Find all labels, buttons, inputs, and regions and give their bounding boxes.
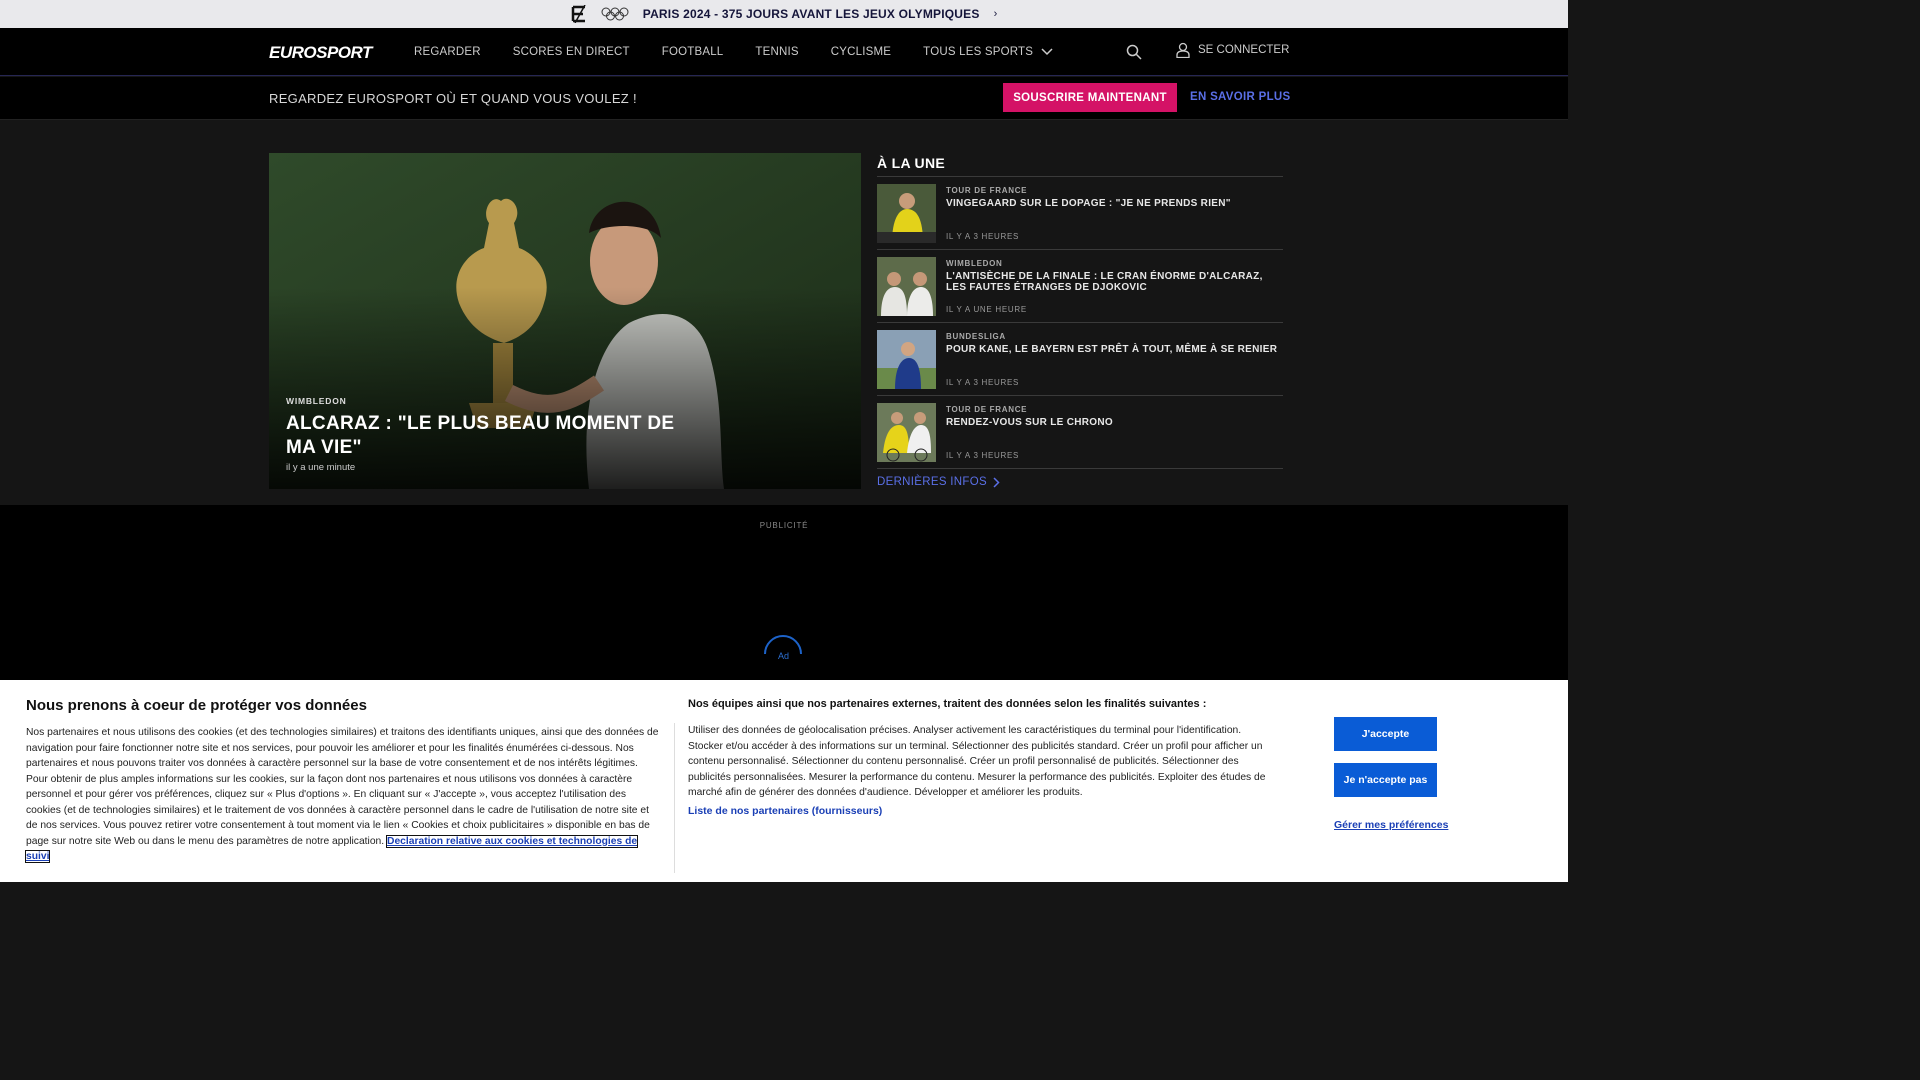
cookie-banner: Nous prenons à coeur de protéger vos don…: [0, 680, 1568, 882]
manage-preferences-link[interactable]: Gérer mes préférences: [1334, 819, 1448, 831]
story-item[interactable]: TOUR DE FRANCE RENDEZ-VOUS SUR LE CHRONO…: [877, 396, 1283, 469]
story-title[interactable]: RENDEZ-VOUS SUR LE CHRONO: [946, 417, 1283, 428]
latest-news-label: DERNIÈRES INFOS: [877, 476, 987, 488]
nav-item-all-sports[interactable]: TOUS LES SPORTS: [923, 46, 1053, 58]
ad-label: PUBLICITÉ: [759, 521, 809, 530]
eurosport-e-icon: [571, 5, 586, 23]
nav-menu: REGARDER SCORES EN DIRECT FOOTBALL TENNI…: [414, 28, 1053, 76]
nav-item-tennis[interactable]: TENNIS: [755, 46, 798, 58]
story-time: IL Y A 3 HEURES: [946, 232, 1020, 241]
cookie-divider: [674, 723, 675, 873]
story-time: IL Y A 3 HEURES: [946, 378, 1020, 387]
story-title[interactable]: VINGEGAARD SUR LE DOPAGE : "JE NE PRENDS…: [946, 198, 1283, 209]
olympics-promo-bar[interactable]: PARIS 2024 - 375 JOURS AVANT LES JEUX OL…: [0, 0, 1568, 28]
ad-zone: PUBLICITÉ Ad: [0, 505, 1568, 680]
reject-button[interactable]: Je n'accepte pas: [1334, 763, 1437, 797]
chevron-right-icon: ›: [993, 8, 998, 20]
nav-item-cyclisme[interactable]: CYCLISME: [831, 46, 891, 58]
subscribe-tagline: REGARDEZ EUROSPORT OÙ ET QUAND VOUS VOUL…: [269, 91, 637, 106]
login-label: SE CONNECTER: [1198, 44, 1290, 56]
story-category: TOUR DE FRANCE: [946, 186, 1028, 195]
partners-link[interactable]: Liste de nos partenaires (fournisseurs): [688, 805, 882, 817]
story-item[interactable]: BUNDESLIGA POUR KANE, LE BAYERN EST PRÊT…: [877, 323, 1283, 396]
purposes-body: Utiliser des données de géolocalisation …: [688, 725, 1266, 798]
top-stories: À LA UNE TOUR DE FRANCE VINGEGAARD SUR L…: [877, 153, 1283, 488]
cookie-title: Nous prenons à coeur de protéger vos don…: [26, 697, 367, 714]
story-time: IL Y A 3 HEURES: [946, 451, 1020, 460]
story-title[interactable]: POUR KANE, LE BAYERN EST PRÊT À TOUT, MÊ…: [946, 344, 1283, 355]
nav-item-regarder[interactable]: REGARDER: [414, 46, 481, 58]
hero-category: WIMBLEDON: [286, 396, 347, 406]
eurosport-logo[interactable]: EUROSPORT: [269, 43, 372, 63]
accept-button[interactable]: J'accepte: [1334, 717, 1437, 751]
main-nav: EUROSPORT REGARDER SCORES EN DIRECT FOOT…: [0, 28, 1568, 76]
nav-item-scores[interactable]: SCORES EN DIRECT: [513, 46, 630, 58]
nav-item-all-sports-label: TOUS LES SPORTS: [923, 46, 1034, 58]
cookie-body: Nos partenaires et nous utilisons des co…: [24, 725, 662, 865]
login-button[interactable]: SE CONNECTER: [1176, 42, 1289, 58]
subscribe-button[interactable]: SOUSCRIRE MAINTENANT: [1003, 83, 1177, 112]
hero-story[interactable]: WIMBLEDON ALCARAZ : "LE PLUS BEAU MOMENT…: [269, 153, 861, 489]
top-stories-heading: À LA UNE: [877, 153, 1283, 177]
story-item[interactable]: TOUR DE FRANCE VINGEGAARD SUR LE DOPAGE …: [877, 177, 1283, 250]
hero-headline[interactable]: ALCARAZ : "LE PLUS BEAU MOMENT DE MA VIE…: [286, 412, 706, 460]
story-category: TOUR DE FRANCE: [946, 405, 1028, 414]
olympic-rings-icon: [601, 7, 629, 21]
story-thumbnail: [877, 257, 936, 316]
story-time: IL Y A UNE HEURE: [946, 305, 1027, 314]
purposes-title: Nos équipes ainsi que nos partenaires ex…: [688, 698, 1207, 710]
story-category: WIMBLEDON: [946, 259, 1003, 268]
chevron-right-icon: [993, 476, 1000, 488]
latest-news-link[interactable]: DERNIÈRES INFOS: [877, 476, 1283, 488]
nav-item-football[interactable]: FOOTBALL: [662, 46, 724, 58]
story-category: BUNDESLIGA: [946, 332, 1006, 341]
subscribe-bar: REGARDEZ EUROSPORT OÙ ET QUAND VOUS VOUL…: [0, 77, 1568, 120]
story-title[interactable]: L'ANTISÈCHE DE LA FINALE : LE CRAN ÉNORM…: [946, 271, 1283, 293]
cookie-body-text: Nos partenaires et nous utilisons des co…: [26, 727, 659, 847]
ad-placeholder: Ad: [778, 651, 790, 661]
user-icon: [1176, 42, 1190, 58]
story-thumbnail: [877, 184, 936, 243]
learn-more-link[interactable]: EN SAVOIR PLUS: [1190, 91, 1290, 103]
story-item[interactable]: WIMBLEDON L'ANTISÈCHE DE LA FINALE : LE …: [877, 250, 1283, 323]
chevron-down-icon: [1041, 48, 1053, 56]
story-thumbnail: [877, 403, 936, 462]
hero-time: il y a une minute: [286, 462, 356, 473]
search-icon[interactable]: [1126, 44, 1142, 60]
story-thumbnail: [877, 330, 936, 389]
promo-text[interactable]: PARIS 2024 - 375 JOURS AVANT LES JEUX OL…: [643, 7, 980, 21]
